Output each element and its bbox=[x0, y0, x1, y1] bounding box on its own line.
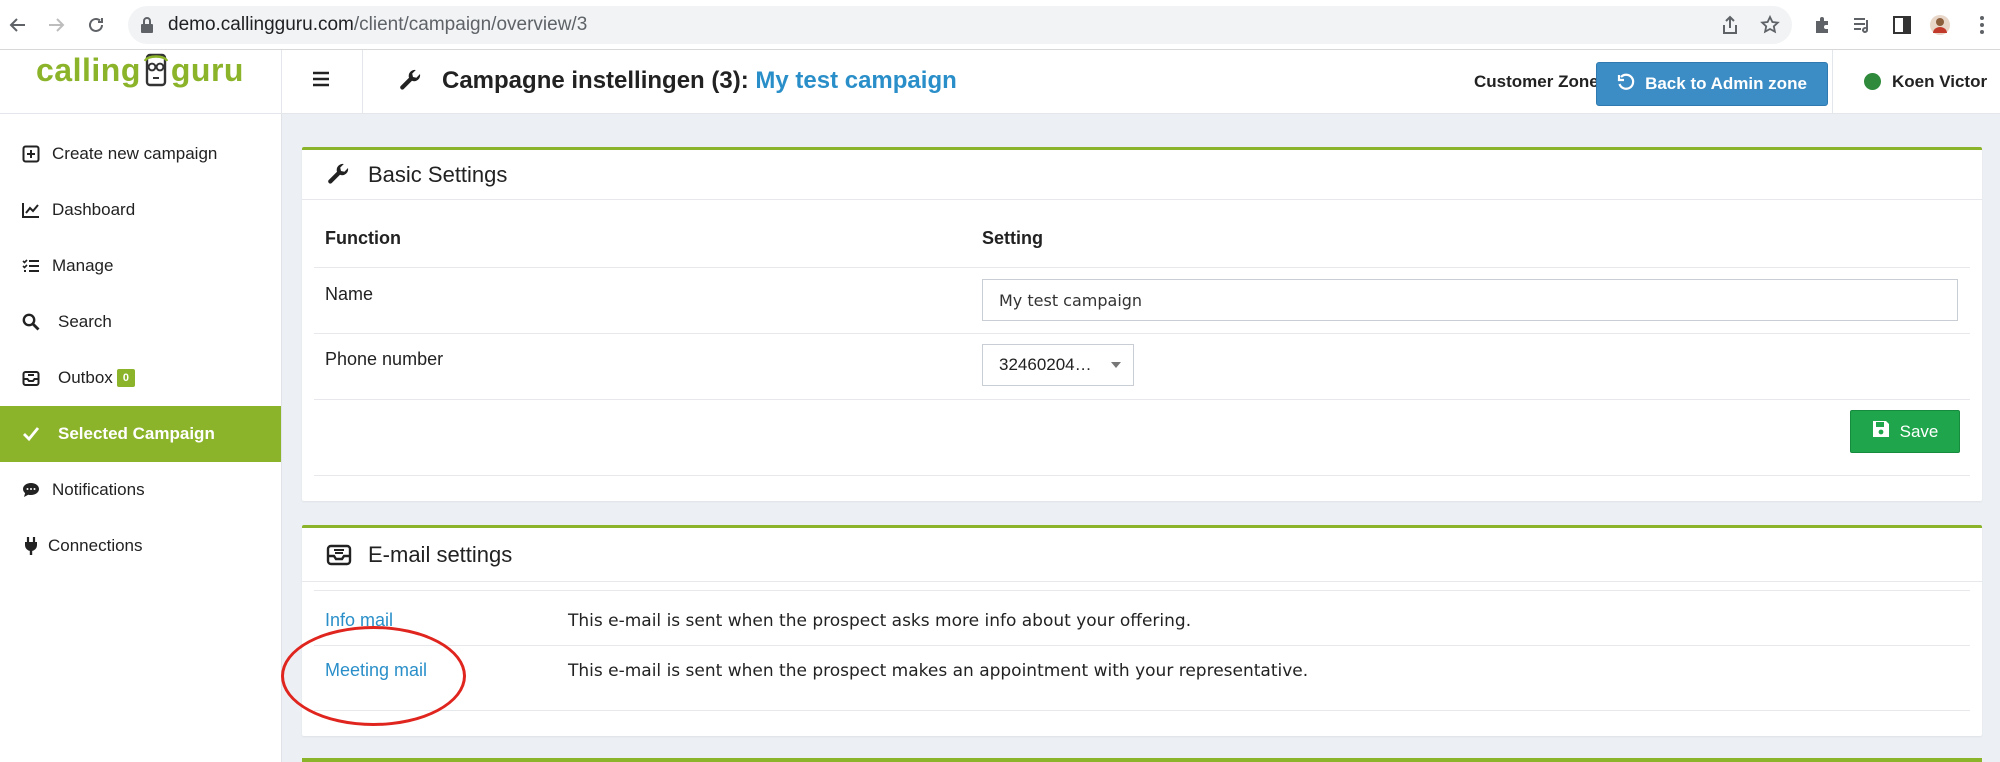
customer-zone-label: Customer Zone bbox=[1474, 72, 1599, 91]
profile-avatar-icon[interactable] bbox=[1926, 11, 1954, 39]
callingguru-logo[interactable]: calling guru bbox=[36, 50, 244, 90]
outbox-count-badge: 0 bbox=[116, 369, 135, 387]
plus-square-icon bbox=[20, 143, 42, 165]
sidebar-item-create-new-campaign[interactable]: Create new campaign bbox=[0, 126, 281, 182]
check-icon bbox=[20, 423, 42, 445]
sidebar: Create new campaign Dashboard Manage Sea… bbox=[0, 114, 282, 762]
basic-settings-title: Basic Settings bbox=[368, 162, 508, 187]
phone-number-select[interactable]: 32460204… bbox=[982, 344, 1134, 386]
url-text: demo.callingguru.com/client/campaign/ove… bbox=[168, 14, 588, 35]
function-column-header: Function bbox=[325, 228, 401, 248]
email-settings-header: E-mail settings bbox=[302, 528, 1982, 582]
info-mail-description: This e-mail is sent when the prospect as… bbox=[568, 611, 1192, 631]
chevron-down-icon bbox=[1111, 362, 1121, 368]
inbox-icon bbox=[20, 367, 42, 389]
basic-settings-panel: Basic Settings Function Setting Name My … bbox=[302, 147, 1982, 501]
floppy-disk-icon bbox=[1872, 420, 1890, 443]
sidebar-item-search[interactable]: Search bbox=[0, 294, 281, 350]
reading-list-icon[interactable] bbox=[1848, 11, 1876, 39]
forward-icon[interactable] bbox=[40, 9, 72, 41]
phone-logo-icon bbox=[143, 52, 169, 88]
app-header: calling guru Campagne instellingen (3): … bbox=[0, 50, 2000, 114]
sidebar-item-outbox[interactable]: Outbox 0 bbox=[0, 350, 281, 406]
lock-icon[interactable] bbox=[140, 16, 154, 39]
email-settings-title: E-mail settings bbox=[368, 542, 513, 567]
undo-icon bbox=[1617, 73, 1635, 96]
setting-column-header: Setting bbox=[982, 228, 1043, 248]
tasks-icon bbox=[20, 255, 42, 277]
campaign-name: My test campaign bbox=[755, 67, 957, 94]
email-settings-panel: E-mail settings Info mail This e-mail is… bbox=[302, 525, 1982, 736]
inbox-icon bbox=[326, 542, 352, 571]
sidebar-item-dashboard[interactable]: Dashboard bbox=[0, 182, 281, 238]
reload-icon[interactable] bbox=[80, 9, 112, 41]
comments-icon bbox=[20, 479, 42, 501]
wrench-icon bbox=[398, 68, 424, 99]
campaign-name-input[interactable]: My test campaign bbox=[982, 279, 1958, 321]
back-to-admin-button[interactable]: Back to Admin zone bbox=[1596, 62, 1828, 106]
save-button[interactable]: Save bbox=[1850, 410, 1960, 453]
search-icon bbox=[20, 311, 42, 333]
back-icon[interactable] bbox=[2, 9, 34, 41]
next-panel-edge bbox=[302, 758, 1982, 762]
phone-number-label: Phone number bbox=[325, 349, 444, 369]
highlight-annotation-circle bbox=[281, 626, 466, 726]
wrench-icon bbox=[326, 162, 352, 193]
extensions-icon[interactable] bbox=[1808, 11, 1836, 39]
hamburger-menu-icon[interactable] bbox=[308, 66, 334, 92]
sidebar-item-selected-campaign[interactable]: Selected Campaign bbox=[0, 406, 281, 462]
browser-toolbar: demo.callingguru.com/client/campaign/ove… bbox=[0, 0, 2000, 50]
sidebar-item-notifications[interactable]: Notifications bbox=[0, 462, 281, 518]
page-title: Campagne instellingen (3): My test campa… bbox=[442, 67, 957, 94]
line-chart-icon bbox=[20, 199, 42, 221]
basic-settings-header: Basic Settings bbox=[302, 150, 1982, 200]
plug-icon bbox=[20, 535, 42, 557]
more-menu-icon[interactable] bbox=[1968, 11, 1996, 39]
sidebar-item-connections[interactable]: Connections bbox=[0, 518, 281, 574]
name-label: Name bbox=[325, 284, 374, 304]
user-menu[interactable]: Koen Victor bbox=[1892, 72, 1987, 92]
bookmark-star-icon[interactable] bbox=[1756, 11, 1784, 39]
share-icon[interactable] bbox=[1716, 11, 1744, 39]
side-panel-icon[interactable] bbox=[1888, 11, 1916, 39]
sidebar-item-manage[interactable]: Manage bbox=[0, 238, 281, 294]
online-status-dot bbox=[1864, 73, 1881, 90]
meeting-mail-description: This e-mail is sent when the prospect ma… bbox=[568, 661, 1309, 681]
